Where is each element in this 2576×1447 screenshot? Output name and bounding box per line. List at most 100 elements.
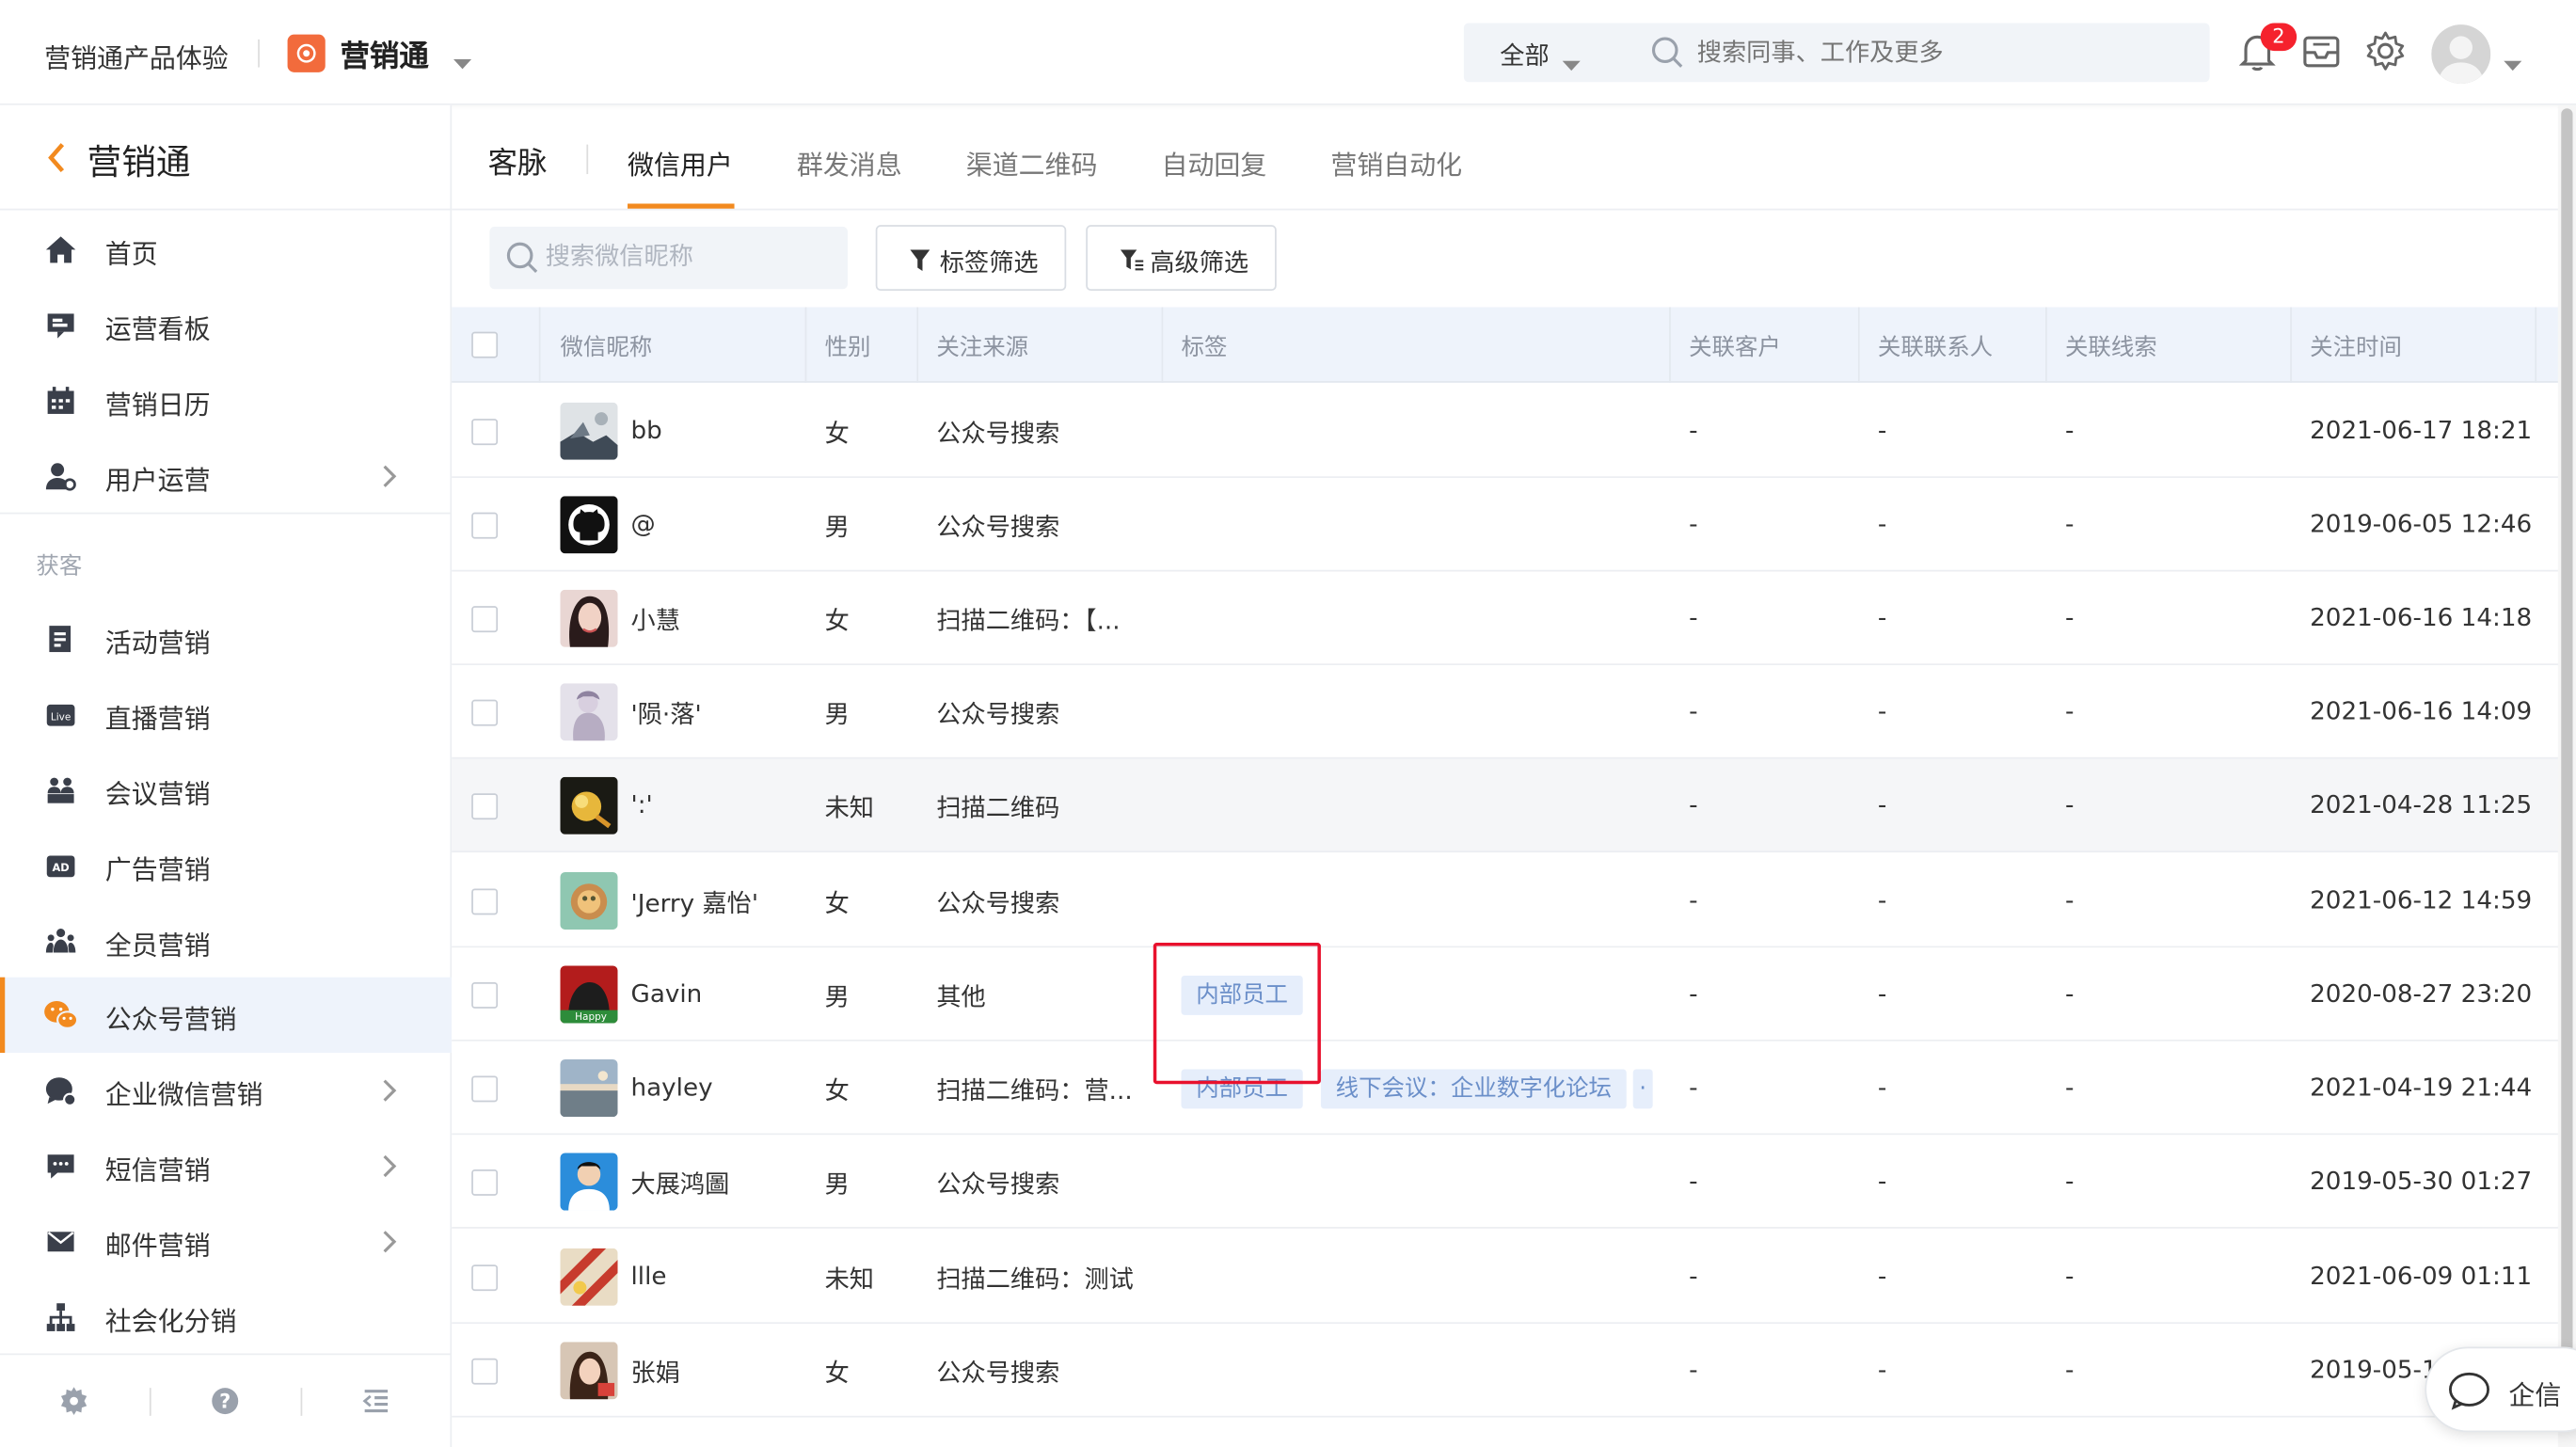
- sidebar-footer: ?: [0, 1353, 453, 1447]
- table-row[interactable]: 大展鸿圖 男 公众号搜索 - - - 2019-05-30 01:27: [452, 1135, 2576, 1229]
- gender: 男: [824, 699, 850, 730]
- sidebar-item-sms[interactable]: 短信营销: [0, 1128, 452, 1203]
- row-checkbox[interactable]: [471, 1358, 499, 1385]
- table-row[interactable]: 张娟 女 公众号搜索 - - - 2019-05-14: [452, 1324, 2576, 1418]
- sidebar-item-distribution[interactable]: 社会化分销: [0, 1280, 452, 1355]
- chevron-right-icon: [381, 1229, 397, 1262]
- sidebar-item-team[interactable]: 全员营销: [0, 903, 452, 978]
- product-title[interactable]: 营销通产品体验: [44, 36, 229, 75]
- table-row[interactable]: bb 女 公众号搜索 - - - 2021-06-17 18:21: [452, 384, 2576, 479]
- chevron-right-icon: [381, 463, 397, 496]
- tab-wechat-users[interactable]: 微信用户: [628, 143, 733, 183]
- search-icon: [1651, 36, 1684, 75]
- chevron-down-icon[interactable]: [453, 46, 472, 77]
- row-checkbox[interactable]: [471, 512, 499, 539]
- tab-mass-message[interactable]: 群发消息: [797, 143, 902, 183]
- follow-source: 公众号搜索: [936, 1169, 1060, 1200]
- sidebar-item-label: 运营看板: [104, 313, 211, 345]
- linked-contact: -: [1877, 415, 1887, 446]
- row-checkbox[interactable]: [471, 1075, 499, 1103]
- highlight-annotation-box: [1153, 943, 1321, 1085]
- sidebar-item-wechat-official[interactable]: 公众号营销: [0, 977, 453, 1054]
- table-row[interactable]: 'Jerry 嘉怡' 女 公众号搜索 - - - 2021-06-12 14:5…: [452, 853, 2576, 948]
- linked-contact: -: [1877, 1261, 1887, 1292]
- table-row[interactable]: hayley 女 扫描二维码：营... 内部员工 线下会议：企业数字化论坛 · …: [452, 1041, 2576, 1136]
- select-all-checkbox[interactable]: [471, 331, 499, 358]
- sidebar-item-ad[interactable]: AD 广告营销: [0, 828, 452, 903]
- row-checkbox[interactable]: [471, 419, 499, 446]
- column-header: 关注来源: [936, 335, 1029, 362]
- inbox-icon[interactable]: [2297, 26, 2345, 75]
- table-row[interactable]: ':' 未知 扫描二维码 - - - 2021-04-28 11:25: [452, 758, 2576, 853]
- column-divider: [2044, 307, 2047, 383]
- linked-contact: -: [1877, 1166, 1887, 1196]
- settings-icon[interactable]: [56, 1383, 91, 1419]
- distribution-icon: [42, 1299, 78, 1335]
- help-icon[interactable]: ?: [207, 1383, 243, 1419]
- qixin-chat-button[interactable]: 企信: [2425, 1346, 2576, 1433]
- gender: 男: [824, 512, 850, 543]
- linked-lead: -: [2064, 1355, 2075, 1385]
- row-checkbox[interactable]: [471, 699, 499, 726]
- tab-channel-qrcode[interactable]: 渠道二维码: [966, 143, 1098, 183]
- sidebar-item-work-wechat[interactable]: 企业微信营销: [0, 1053, 452, 1128]
- section-label: 获客: [36, 553, 83, 580]
- table-row[interactable]: Happy Gavin 男 其他 内部员工 - - - 2020-08-27 2…: [452, 947, 2576, 1042]
- activity-icon: [42, 621, 78, 657]
- sidebar-title: 营销通: [87, 142, 191, 183]
- tag-overflow-chip[interactable]: ·: [1632, 1069, 1653, 1109]
- tab-auto-reply[interactable]: 自动回复: [1162, 143, 1267, 183]
- table-row[interactable]: '陨·落' 男 公众号搜索 - - - 2021-06-16 14:09: [452, 665, 2576, 759]
- linked-lead: -: [2064, 1261, 2075, 1292]
- gender: 女: [824, 606, 850, 636]
- sidebar-item-mail[interactable]: 邮件营销: [0, 1204, 452, 1280]
- sidebar-item-home[interactable]: 首页: [0, 212, 452, 287]
- table-row[interactable]: @ 男 公众号搜索 - - - 2019-06-05 12:46: [452, 478, 2576, 572]
- follow-source: 公众号搜索: [936, 699, 1060, 730]
- linked-customer: -: [1689, 509, 1698, 539]
- row-checkbox[interactable]: [471, 606, 499, 633]
- sidebar-item-live[interactable]: Live 直播营销: [0, 676, 452, 752]
- chevron-left-icon[interactable]: [44, 139, 67, 182]
- svg-text:Happy: Happy: [575, 1011, 607, 1023]
- row-checkbox[interactable]: [471, 1264, 499, 1292]
- nickname: ':': [630, 789, 653, 820]
- tab-marketing-automation[interactable]: 营销自动化: [1330, 143, 1462, 183]
- sidebar-item-meeting[interactable]: 会议营销: [0, 753, 452, 828]
- table-row[interactable]: llle 未知 扫描二维码：测试 - - - 2021-06-09 01:11: [452, 1230, 2576, 1325]
- row-checkbox[interactable]: [471, 793, 499, 820]
- app-name[interactable]: 营销通: [340, 33, 428, 75]
- scrollbar[interactable]: [2557, 104, 2576, 1447]
- chevron-right-icon: [381, 1153, 397, 1186]
- row-checkbox[interactable]: [471, 888, 499, 915]
- avatar[interactable]: [2431, 24, 2491, 85]
- tag-filter-button[interactable]: 标签筛选: [875, 225, 1067, 291]
- gender: 女: [824, 419, 850, 449]
- sidebar-item-calendar[interactable]: 营销日历: [0, 363, 452, 438]
- linked-contact: -: [1877, 696, 1887, 726]
- filter-icon: [910, 248, 930, 279]
- nickname: '陨·落': [630, 699, 702, 730]
- collapse-menu-icon[interactable]: [358, 1383, 394, 1419]
- advanced-filter-button[interactable]: 高级筛选: [1086, 225, 1277, 291]
- tag-chip[interactable]: 线下会议：企业数字化论坛: [1320, 1069, 1627, 1109]
- follow-source: 公众号搜索: [936, 512, 1060, 543]
- chevron-down-icon[interactable]: [1562, 48, 1581, 79]
- row-checkbox[interactable]: [471, 1169, 499, 1196]
- scrollbar-thumb[interactable]: [2561, 108, 2573, 1374]
- svg-text:AD: AD: [53, 861, 70, 874]
- table-row[interactable]: 小慧 女 扫描二维码：【... - - - 2021-06-16 14:18: [452, 571, 2576, 666]
- row-checkbox[interactable]: [471, 981, 499, 1009]
- gear-icon[interactable]: [2361, 26, 2409, 75]
- search-scope-select[interactable]: 全部: [1500, 38, 1549, 72]
- sidebar-item-dashboard[interactable]: 运营看板: [0, 288, 452, 363]
- section-title: 客脉: [487, 146, 548, 182]
- gender: 未知: [824, 1264, 874, 1295]
- sidebar-item-activity[interactable]: 活动营销: [0, 601, 452, 676]
- nickname-search-input[interactable]: [545, 241, 834, 272]
- avatar: [560, 1248, 618, 1306]
- global-search-input[interactable]: [1696, 38, 2157, 68]
- sidebar-item-user-ops[interactable]: 用户运营: [0, 438, 452, 514]
- chevron-down-icon[interactable]: [2504, 48, 2522, 79]
- team-icon: [42, 923, 78, 959]
